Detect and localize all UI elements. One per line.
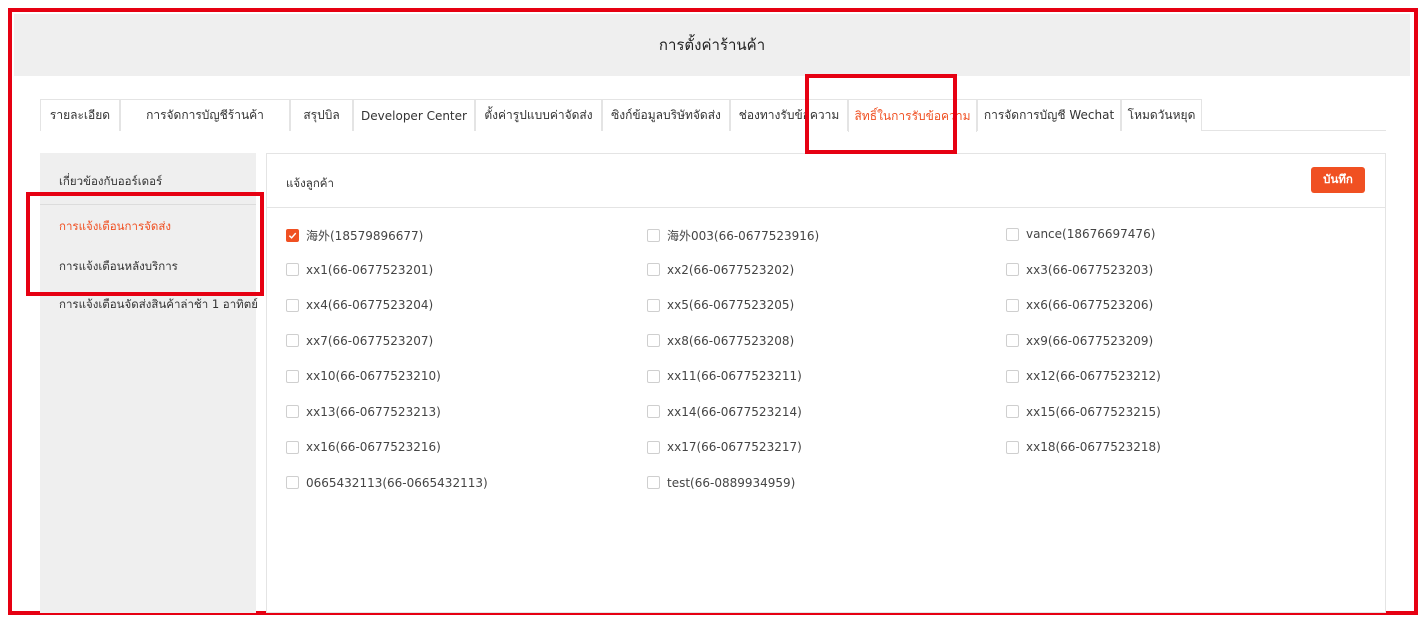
- contact-checkbox-item[interactable]: xx11(66-0677523211): [647, 369, 802, 383]
- contact-label: vance(18676697476): [1026, 227, 1156, 241]
- contact-checkbox-item[interactable]: xx15(66-0677523215): [1006, 405, 1161, 419]
- save-button[interactable]: บันทึก: [1311, 167, 1365, 193]
- contact-checkbox-item[interactable]: 海外(18579896677): [286, 227, 423, 244]
- tab-sync-carrier-data[interactable]: ซิงก์ข้อมูลบริษัทจัดส่ง: [602, 99, 730, 131]
- checkbox-icon[interactable]: [286, 263, 299, 276]
- checkbox-icon[interactable]: [1006, 369, 1019, 383]
- notify-customer-panel: แจ้งลูกค้า บันทึก 海外(18579896677) 海外003(6…: [266, 153, 1386, 613]
- checkbox-checked-icon[interactable]: [286, 229, 299, 242]
- contact-checkbox-item[interactable]: xx18(66-0677523218): [1006, 440, 1161, 454]
- contact-checkbox-item[interactable]: xx16(66-0677523216): [286, 440, 441, 454]
- sidebar-item-shipping-notification[interactable]: การแจ้งเตือนการจัดส่ง: [59, 218, 171, 236]
- checkbox-icon[interactable]: [1006, 405, 1019, 418]
- checkbox-icon[interactable]: [1006, 227, 1019, 241]
- page-title: การตั้งค่าร้านค้า: [658, 36, 766, 54]
- contact-label: xx18(66-0677523218): [1026, 440, 1161, 454]
- page-header: การตั้งค่าร้านค้า: [14, 14, 1410, 76]
- contact-label: xx13(66-0677523213): [306, 404, 441, 419]
- contact-label: xx12(66-0677523212): [1026, 369, 1161, 383]
- contact-checkbox-item[interactable]: xx1(66-0677523201): [286, 263, 433, 277]
- contact-label: 海外(18579896677): [306, 229, 424, 243]
- contact-checkbox-item[interactable]: 海外003(66-0677523916): [647, 227, 819, 244]
- contact-checkbox-item[interactable]: vance(18676697476): [1006, 227, 1155, 241]
- tab-message-permissions[interactable]: สิทธิ์ในการรับข้อความ: [848, 99, 977, 132]
- contact-label: xx7(66-0677523207): [306, 333, 434, 348]
- contact-checkbox-item[interactable]: xx8(66-0677523208): [647, 334, 794, 348]
- checkbox-icon[interactable]: [647, 263, 660, 276]
- checkbox-icon[interactable]: [286, 369, 299, 383]
- checkbox-icon[interactable]: [1006, 263, 1019, 276]
- checkbox-icon[interactable]: [1006, 440, 1019, 454]
- sidebar-item-order-related[interactable]: เกี่ยวข้องกับออร์เดอร์: [59, 173, 162, 191]
- contact-checkbox-item[interactable]: xx6(66-0677523206): [1006, 298, 1153, 312]
- tab-message-channels[interactable]: ช่องทางรับข้อความ: [730, 99, 848, 131]
- checkbox-icon[interactable]: [647, 229, 660, 242]
- tab-holiday-mode[interactable]: โหมดวันหยุด: [1121, 99, 1202, 131]
- checkbox-icon[interactable]: [1006, 334, 1019, 347]
- checkbox-icon[interactable]: [647, 405, 660, 418]
- contact-checkbox-item[interactable]: xx4(66-0677523204): [286, 298, 433, 312]
- sidebar-item-after-sales-notification[interactable]: การแจ้งเตือนหลังบริการ: [59, 258, 178, 276]
- contact-checkbox-item[interactable]: xx13(66-0677523213): [286, 405, 441, 419]
- tab-store-account-management[interactable]: การจัดการบัญชีร้านค้า: [120, 99, 290, 131]
- sidebar-item-delayed-shipping-notification[interactable]: การแจ้งเตือนจัดส่งสินค้าล่าช้า 1 อาทิตย์: [59, 296, 258, 314]
- contact-label: test(66-0889934959): [667, 475, 796, 490]
- checkbox-icon[interactable]: [286, 334, 299, 347]
- checkbox-icon[interactable]: [286, 476, 299, 489]
- contact-label: xx16(66-0677523216): [306, 440, 441, 454]
- contact-checkbox-item[interactable]: xx9(66-0677523209): [1006, 334, 1153, 348]
- checkbox-icon[interactable]: [286, 405, 299, 418]
- tab-developer-center[interactable]: Developer Center: [353, 99, 475, 131]
- contact-label: xx6(66-0677523206): [1026, 298, 1154, 312]
- contact-checkbox-item[interactable]: xx12(66-0677523212): [1006, 369, 1161, 383]
- tab-shipping-fee-template[interactable]: ตั้งค่ารูปแบบค่าจัดส่ง: [475, 99, 602, 131]
- contact-label: xx3(66-0677523203): [1026, 262, 1154, 277]
- contact-label: 海外003(66-0677523916): [667, 229, 820, 243]
- contact-label: xx14(66-0677523214): [667, 404, 802, 419]
- contact-label: xx15(66-0677523215): [1026, 404, 1161, 419]
- contact-checkbox-item[interactable]: 0665432113(66-0665432113): [286, 476, 488, 490]
- contact-label: xx11(66-0677523211): [667, 369, 802, 383]
- checkbox-icon[interactable]: [286, 440, 299, 454]
- checkbox-icon[interactable]: [647, 440, 660, 454]
- contact-label: xx17(66-0677523217): [667, 440, 802, 454]
- checkbox-icon[interactable]: [1006, 298, 1019, 312]
- contact-checkbox-item[interactable]: xx14(66-0677523214): [647, 405, 802, 419]
- checkbox-icon[interactable]: [647, 369, 660, 383]
- checkbox-icon[interactable]: [647, 298, 660, 312]
- contact-label: xx2(66-0677523202): [667, 262, 795, 277]
- tab-wechat-account-management[interactable]: การจัดการบัญชี Wechat: [977, 99, 1121, 131]
- contact-checkbox-item[interactable]: xx10(66-0677523210): [286, 369, 441, 383]
- contact-checkbox-item[interactable]: xx5(66-0677523205): [647, 298, 794, 312]
- contact-label: xx5(66-0677523205): [667, 298, 795, 312]
- contact-checkbox-item[interactable]: xx2(66-0677523202): [647, 263, 794, 277]
- contact-label: xx10(66-0677523210): [306, 369, 441, 383]
- contact-checkbox-item[interactable]: xx17(66-0677523217): [647, 440, 802, 454]
- contact-label: xx8(66-0677523208): [667, 333, 795, 348]
- settings-tab-bar: รายละเอียด การจัดการบัญชีร้านค้า สรุปบิล…: [40, 99, 1386, 132]
- checkbox-icon[interactable]: [647, 334, 660, 347]
- contact-checkbox-item[interactable]: test(66-0889934959): [647, 476, 795, 490]
- sidebar-divider: [40, 204, 256, 205]
- contact-label: xx1(66-0677523201): [306, 262, 434, 277]
- contact-checkbox-item[interactable]: xx3(66-0677523203): [1006, 263, 1153, 277]
- panel-title: แจ้งลูกค้า: [286, 176, 334, 190]
- contact-label: xx4(66-0677523204): [306, 298, 434, 312]
- contact-label: 0665432113(66-0665432113): [306, 475, 488, 490]
- checkbox-icon[interactable]: [647, 476, 660, 489]
- notification-sidebar: เกี่ยวข้องกับออร์เดอร์ การแจ้งเตือนการจั…: [40, 153, 258, 613]
- tab-details[interactable]: รายละเอียด: [40, 99, 120, 131]
- checkbox-icon[interactable]: [286, 298, 299, 312]
- contact-checkbox-item[interactable]: xx7(66-0677523207): [286, 334, 433, 348]
- contact-label: xx9(66-0677523209): [1026, 333, 1154, 348]
- panel-header: แจ้งลูกค้า บันทึก: [267, 154, 1385, 208]
- tab-bill-summary[interactable]: สรุปบิล: [290, 99, 353, 131]
